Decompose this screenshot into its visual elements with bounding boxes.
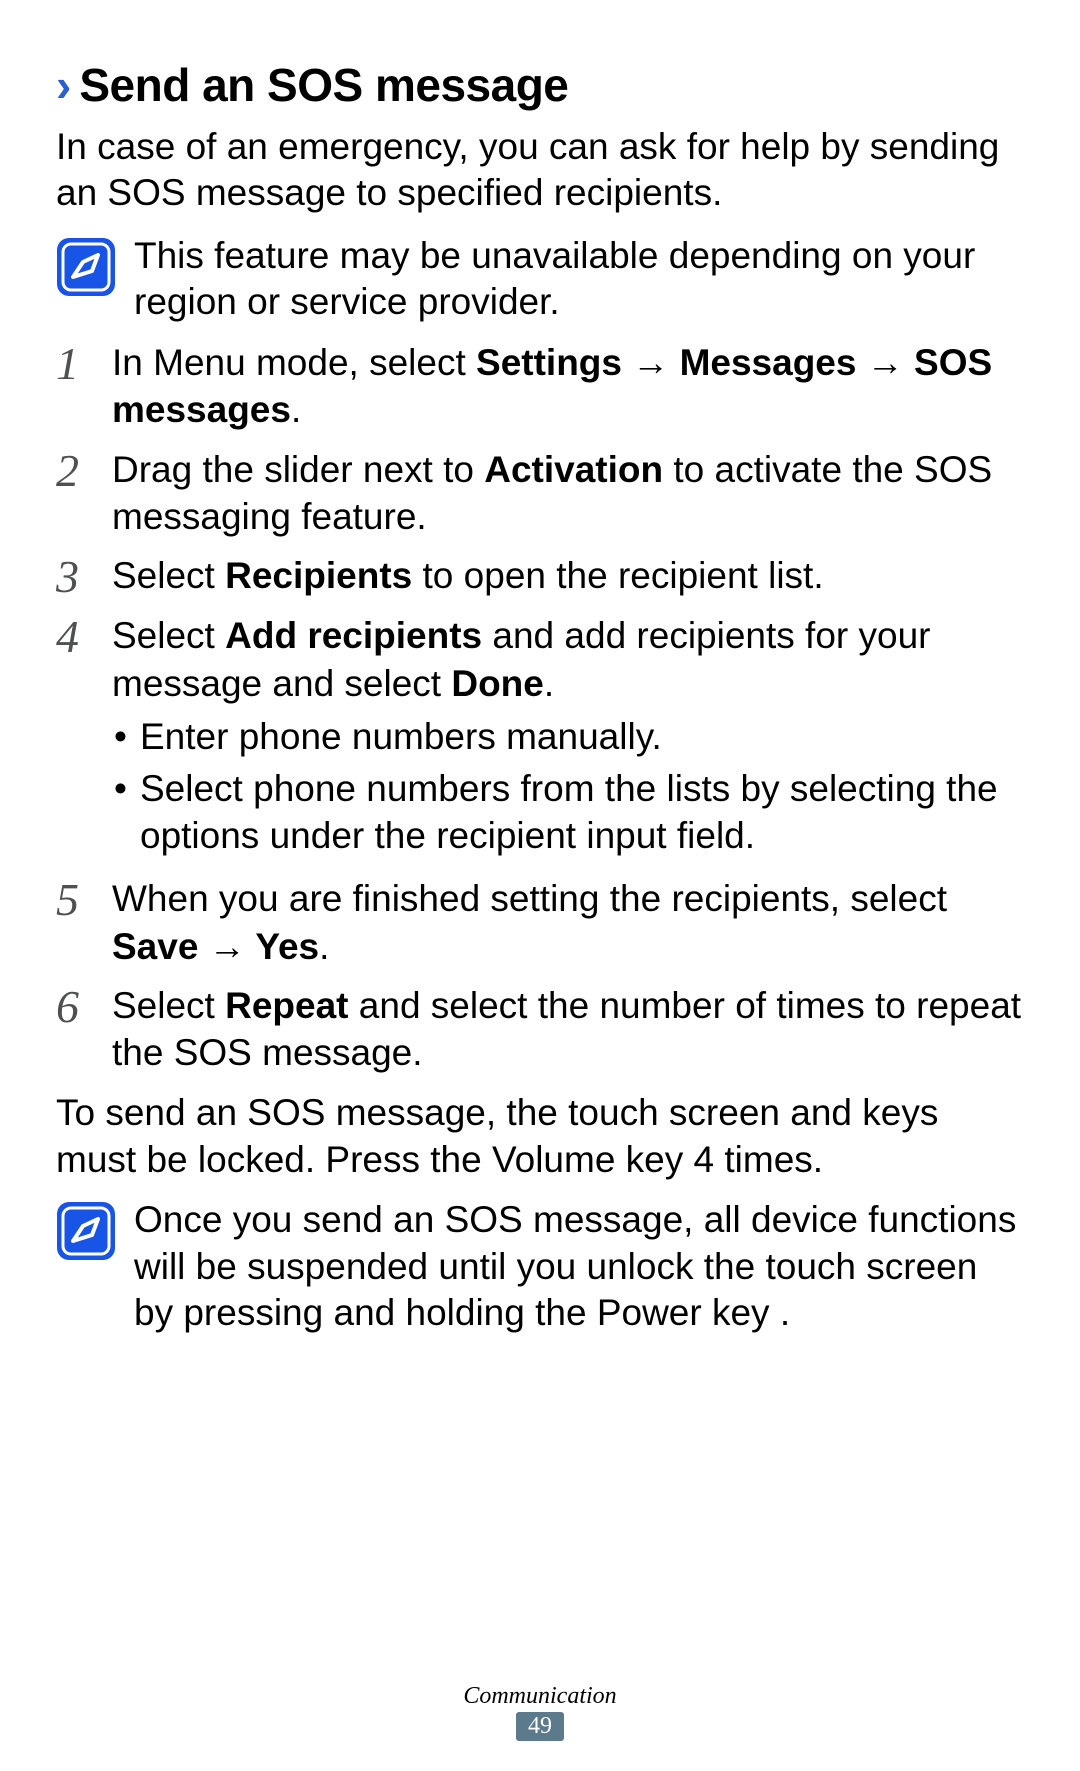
note-text: Once you send an SOS message, all device…	[134, 1197, 1024, 1336]
steps-list: 1 In Menu mode, select Settings → Messag…	[56, 339, 1024, 1077]
step-number: 1	[56, 339, 112, 387]
bold-done: Done	[451, 663, 544, 704]
step-number: 5	[56, 875, 112, 923]
note-text: This feature may be unavailable dependin…	[134, 233, 1024, 326]
page-footer: Communication 49	[0, 1683, 1080, 1741]
bold-add-recipients: Add recipients	[225, 615, 482, 656]
bold-yes: Yes	[255, 926, 319, 967]
step-number: 4	[56, 612, 112, 660]
chevron-right-icon: ›	[56, 62, 71, 108]
step-2: 2 Drag the slider next to Activation to …	[56, 446, 1024, 541]
bold-save: Save	[112, 926, 198, 967]
bold-settings: Settings	[476, 342, 622, 383]
arrow: →	[198, 926, 255, 967]
step-body: In Menu mode, select Settings → Messages…	[112, 339, 1024, 434]
substeps: Enter phone numbers manually. Select pho…	[112, 713, 1024, 859]
step-body: Drag the slider next to Activation to ac…	[112, 446, 1024, 541]
step-text: Select	[112, 985, 225, 1026]
step-text: When you are finished setting the recipi…	[112, 878, 947, 919]
intro-paragraph: In case of an emergency, you can ask for…	[56, 124, 1024, 217]
document-page: › Send an SOS message In case of an emer…	[0, 0, 1080, 1771]
heading-title: Send an SOS message	[79, 58, 568, 112]
page-number: 49	[516, 1712, 564, 1741]
step-3: 3 Select Recipients to open the recipien…	[56, 552, 1024, 600]
step-text: to open the recipient list.	[412, 555, 823, 596]
send-instruction: To send an SOS message, the touch screen…	[56, 1089, 1024, 1184]
step-text: .	[291, 389, 301, 430]
step-text: .	[319, 926, 329, 967]
step-text: In Menu mode, select	[112, 342, 476, 383]
note-icon	[56, 1201, 116, 1261]
note-icon	[56, 237, 116, 297]
arrow: →	[622, 342, 680, 383]
bold-messages: Messages	[680, 342, 857, 383]
substep: Enter phone numbers manually.	[112, 713, 1024, 760]
step-text: Select	[112, 615, 225, 656]
step-body: Select Repeat and select the number of t…	[112, 982, 1024, 1077]
note-availability: This feature may be unavailable dependin…	[56, 233, 1024, 326]
step-number: 3	[56, 552, 112, 600]
bold-activation: Activation	[484, 449, 663, 490]
step-4: 4 Select Add recipients and add recipien…	[56, 612, 1024, 863]
step-number: 2	[56, 446, 112, 494]
step-6: 6 Select Repeat and select the number of…	[56, 982, 1024, 1077]
note-suspended: Once you send an SOS message, all device…	[56, 1197, 1024, 1336]
step-body: Select Recipients to open the recipient …	[112, 552, 1024, 599]
step-number: 6	[56, 982, 112, 1030]
substep: Select phone numbers from the lists by s…	[112, 765, 1024, 860]
step-body: Select Add recipients and add recipients…	[112, 612, 1024, 863]
section-heading: › Send an SOS message	[56, 58, 1024, 112]
step-text: Drag the slider next to	[112, 449, 484, 490]
bold-repeat: Repeat	[225, 985, 348, 1026]
step-1: 1 In Menu mode, select Settings → Messag…	[56, 339, 1024, 434]
step-text: .	[544, 663, 554, 704]
step-text: Select	[112, 555, 225, 596]
step-body: When you are finished setting the recipi…	[112, 875, 1024, 970]
arrow: →	[856, 342, 914, 383]
footer-section: Communication	[0, 1683, 1080, 1710]
bold-recipients: Recipients	[225, 555, 412, 596]
step-5: 5 When you are finished setting the reci…	[56, 875, 1024, 970]
